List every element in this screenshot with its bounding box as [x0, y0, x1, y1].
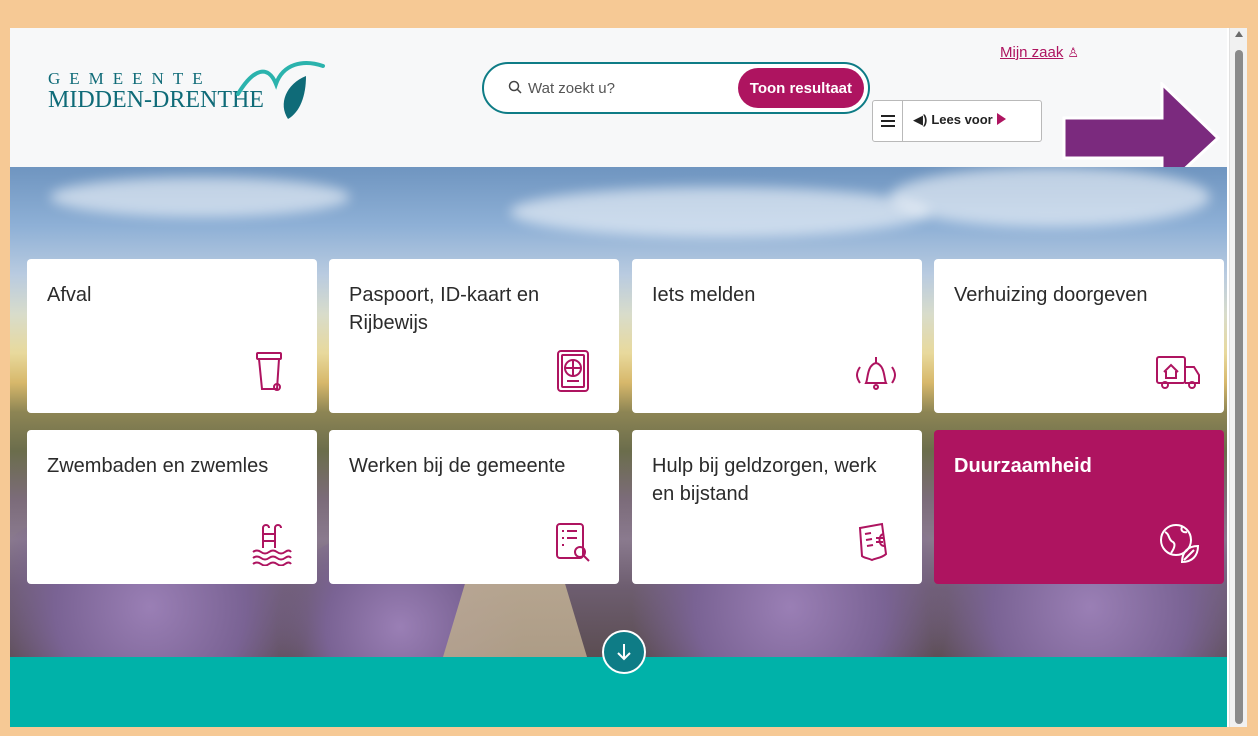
tile-label: Duurzaamheid: [954, 455, 1092, 477]
scrollbar-thumb[interactable]: [1235, 50, 1243, 724]
euro-receipt-icon: [858, 522, 888, 562]
vertical-scrollbar[interactable]: [1229, 28, 1247, 727]
browser-viewport: GEMEENTE MIDDEN-DRENTHE Toon resultaat M…: [10, 10, 1247, 727]
tile-duurzaamheid[interactable]: Duurzaamheid: [934, 430, 1224, 584]
search-bar: Toon resultaat: [482, 62, 870, 114]
read-aloud-button[interactable]: ◀) Lees voor: [913, 112, 1006, 128]
trash-bin-icon: [256, 352, 282, 391]
page: GEMEENTE MIDDEN-DRENTHE Toon resultaat M…: [10, 28, 1227, 727]
scroll-down-button[interactable]: [602, 630, 646, 674]
tile-label: Zwembaden en zwemles: [47, 455, 269, 477]
tile-label: Afval: [47, 284, 92, 306]
tile-werken-bij[interactable]: Werken bij de gemeente: [329, 430, 619, 584]
tile-label: Verhuizing doorgeven: [954, 284, 1148, 306]
moving-truck-icon: [1156, 356, 1200, 389]
pool-ladder-icon: [252, 524, 292, 566]
tile-zwembaden[interactable]: Zwembaden en zwemles: [27, 430, 317, 584]
tile-afval[interactable]: Afval: [27, 259, 317, 413]
site-header: GEMEENTE MIDDEN-DRENTHE Toon resultaat M…: [10, 28, 1227, 192]
tile-hulp-geldzorgen[interactable]: Hulp bij geldzorgen, werk en bijstand: [632, 430, 922, 584]
search-input[interactable]: [528, 76, 728, 100]
tile-iets-melden[interactable]: Iets melden: [632, 259, 922, 413]
hero-banner: Afval Paspoort, ID-kaart en Rijbewijs Ie…: [10, 167, 1227, 657]
search-icon: [508, 80, 522, 94]
tile-label: Hulp bij geldzorgen, werk en bijstand: [652, 455, 877, 505]
tile-paspoort[interactable]: Paspoort, ID-kaart en Rijbewijs: [329, 259, 619, 413]
search-submit-button[interactable]: Toon resultaat: [737, 68, 864, 108]
tile-label: Werken bij de gemeente: [349, 455, 566, 477]
arrow-down-icon: [617, 644, 631, 661]
speaker-icon: ◀): [913, 112, 928, 127]
vacancy-document-icon: [556, 523, 590, 562]
tile-label: Iets melden: [652, 284, 756, 306]
read-aloud-menu-button[interactable]: [873, 101, 903, 141]
read-aloud-label: Lees voor: [931, 112, 993, 127]
play-icon: [996, 113, 1006, 125]
my-account-link[interactable]: Mijn zaak ♙: [1000, 44, 1079, 61]
tile-verhuizing[interactable]: Verhuizing doorgeven: [934, 259, 1224, 413]
municipality-logo[interactable]: GEMEENTE MIDDEN-DRENTHE: [48, 54, 328, 124]
logo-swoosh-icon: [236, 61, 325, 119]
bell-ringing-icon: [856, 357, 896, 390]
read-aloud-widget: ◀) Lees voor: [872, 100, 1042, 142]
passport-icon: [557, 350, 589, 392]
my-account-label: Mijn zaak: [1000, 44, 1064, 61]
logo-line-gemeente: GEMEENTE: [48, 69, 212, 88]
scroll-up-arrow-icon[interactable]: [1235, 31, 1243, 37]
tile-label: Paspoort, ID-kaart en Rijbewijs: [349, 284, 540, 334]
globe-leaf-icon: [1160, 524, 1200, 564]
person-icon: ♙: [1067, 45, 1080, 60]
